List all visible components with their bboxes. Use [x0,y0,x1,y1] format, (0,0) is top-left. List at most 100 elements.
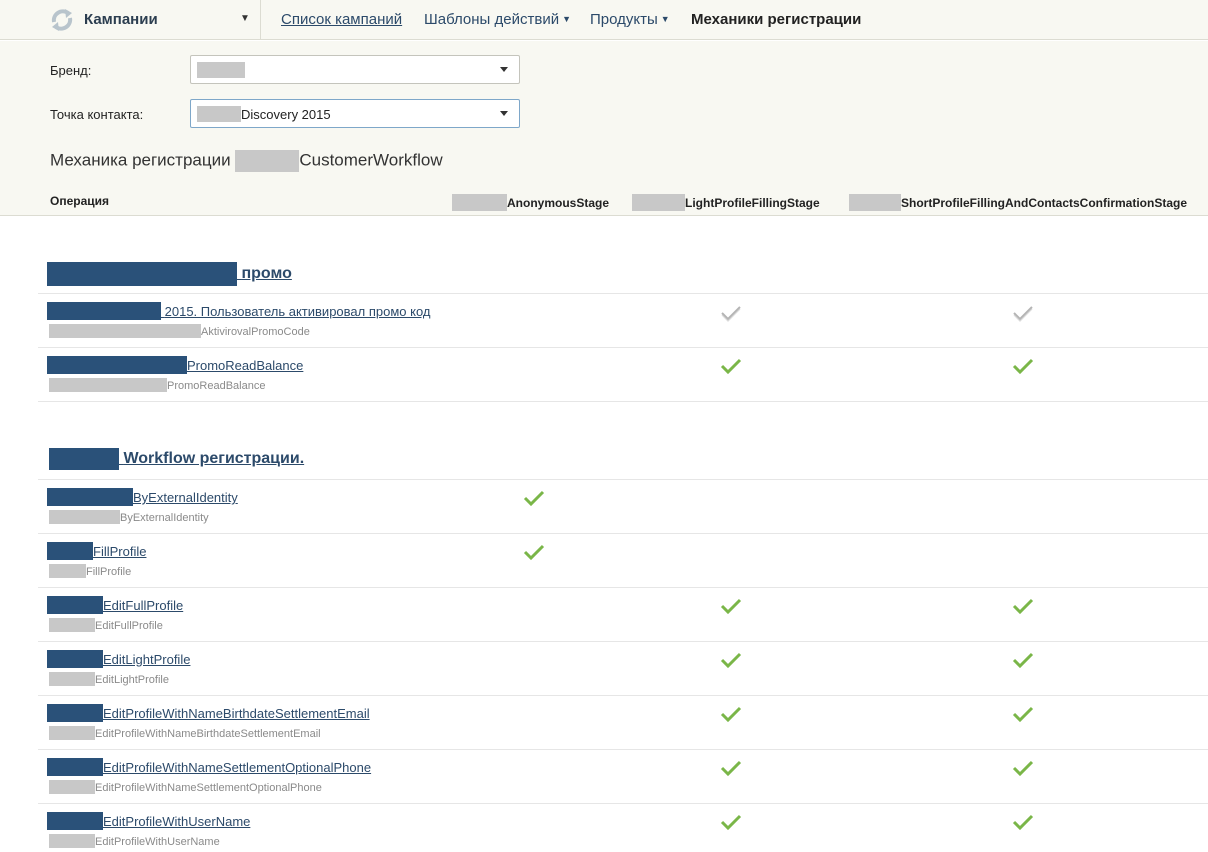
check-icon [1012,706,1034,723]
operation-system-name: EditFullProfile [49,618,163,632]
redacted-block [47,758,103,776]
redacted-block [47,812,103,830]
redacted-block [49,618,95,632]
operation-label: EditProfileWithUserName [103,814,251,829]
refresh-logo-icon [51,9,73,31]
operation-label: EditLightProfile [103,652,191,667]
check-icon [720,652,742,669]
nav-campaign-list[interactable]: Список кампаний [281,11,402,28]
dropdown-arrow-icon [500,111,508,116]
operation-link[interactable]: EditProfileWithNameBirthdateSettlementEm… [47,704,370,722]
operation-link[interactable]: EditProfileWithNameSettlementOptionalPho… [47,758,371,776]
operation-system-name-label: ByExternalIdentity [120,512,209,524]
redacted-block [49,448,119,470]
section-title-label: промо [241,265,292,283]
check-icon [523,544,545,561]
operation-link[interactable]: EditLightProfile [47,650,190,668]
redacted-block [49,834,95,848]
redacted-block [49,324,201,338]
redacted-block [49,510,120,524]
redacted-block [197,62,245,78]
check-icon [523,490,545,507]
operation-system-name: EditProfileWithUserName [49,834,220,848]
operation-system-name-label: AktivirovalPromoCode [201,326,310,338]
check-icon [721,306,741,322]
check-icon [720,706,742,723]
check-icon [720,760,742,777]
nav-registration-mechanics[interactable]: Механики регистрации [691,11,861,28]
brand-label: Бренд: [50,63,92,78]
operation-system-name: EditLightProfile [49,672,169,686]
dropdown-arrow-icon [500,67,508,72]
nav-products[interactable]: Продукты ▼ [590,11,670,28]
redacted-block [849,194,901,211]
column-header-stage-1-label: AnonymousStage [507,196,610,210]
operation-link[interactable]: ByExternalIdentity [47,488,238,506]
nav-products-label: Продукты [590,11,658,28]
row-divider [38,293,1208,294]
nav-action-templates-label: Шаблоны действий [424,11,560,28]
app-switcher[interactable]: Кампании ▼ [0,0,261,40]
redacted-block [235,150,300,172]
column-header-stage-1: AnonymousStage [452,194,609,211]
operation-system-name-label: PromoReadBalance [167,380,266,392]
caret-down-icon: ▼ [562,14,571,24]
operation-label: FillProfile [93,544,147,559]
check-icon [1012,760,1034,777]
contact-point-label: Точка контакта: [50,107,144,122]
section-title-promo[interactable]: промо [47,262,292,286]
redacted-block [47,542,93,560]
check-icon [1013,306,1033,322]
caret-down-icon: ▼ [660,14,670,24]
row-divider [38,749,1208,750]
section-title-workflow[interactable]: Workflow регистрации. [49,448,304,470]
operation-link[interactable]: PromoReadBalance [47,356,303,374]
operation-system-name-label: EditFullProfile [95,620,163,632]
check-icon [720,358,742,375]
row-divider [38,803,1208,804]
contact-point-select[interactable]: Discovery 2015 [190,99,520,128]
operation-system-name: EditProfileWithNameBirthdateSettlementEm… [49,726,321,740]
nav-action-templates[interactable]: Шаблоны действий ▼ [424,11,571,28]
row-divider [38,533,1208,534]
operation-system-name-label: EditProfileWithNameSettlementOptionalPho… [95,782,322,794]
column-header-operation: Операция [50,194,110,208]
row-divider [38,401,1208,402]
app-title: Кампании [84,11,158,28]
operation-system-name-label: FillProfile [86,566,132,578]
operation-system-name-label: EditProfileWithUserName [95,836,220,848]
redacted-block [47,262,237,286]
operation-label: EditProfileWithNameBirthdateSettlementEm… [103,706,370,721]
redacted-block [47,704,103,722]
operation-label: EditFullProfile [103,598,184,613]
redacted-block [47,650,103,668]
column-header-stage-3-label: ShortProfileFillingAndContactsConfirmati… [901,196,1188,210]
section-title-label: Workflow регистрации. [123,450,305,468]
column-header-stage-2-label: LightProfileFillingStage [685,196,820,210]
operation-system-name: PromoReadBalance [49,378,265,392]
redacted-block [47,302,161,320]
operation-link[interactable]: 2015. Пользователь активировал промо код [47,302,430,320]
redacted-block [49,564,86,578]
redacted-block [49,378,167,392]
redacted-block [47,488,133,506]
redacted-block [452,194,507,211]
row-divider [38,695,1208,696]
operation-link[interactable]: EditFullProfile [47,596,183,614]
operation-system-name-label: EditLightProfile [95,674,169,686]
check-icon [1012,814,1034,831]
redacted-block [197,106,241,122]
row-divider [38,347,1208,348]
check-icon [1012,358,1034,375]
mechanics-name: CustomerWorkflow [299,150,443,170]
operation-link[interactable]: EditProfileWithUserName [47,812,250,830]
operation-label: EditProfileWithNameSettlementOptionalPho… [103,760,372,775]
operation-link[interactable]: FillProfile [47,542,146,560]
check-icon [1012,598,1034,615]
brand-select[interactable] [190,55,520,84]
operation-label: 2015. Пользователь активировал промо код [164,304,431,319]
row-divider [38,641,1208,642]
column-header-stage-3: ShortProfileFillingAndContactsConfirmati… [849,194,1187,211]
row-divider [38,479,1208,480]
row-divider [38,587,1208,588]
